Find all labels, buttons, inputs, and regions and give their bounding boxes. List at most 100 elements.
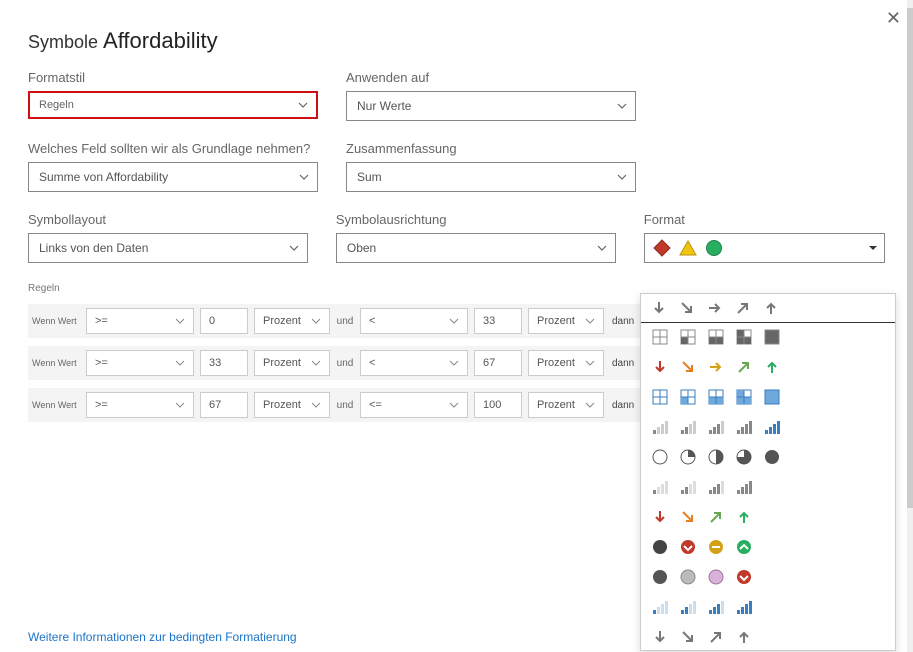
symbolausrichtung-label: Symbolausrichtung — [336, 212, 616, 227]
icon-set-option[interactable] — [641, 472, 895, 502]
bars-gray-2b-icon — [679, 478, 697, 496]
feld-select[interactable]: Summe von Affordability — [28, 162, 318, 192]
circle-black-icon — [651, 538, 669, 556]
zusammenfassung-select[interactable]: Sum — [346, 162, 636, 192]
circle-q3-icon — [735, 448, 753, 466]
arrow-downright-gray-b-icon — [679, 628, 697, 646]
circle-green-up-icon — [735, 538, 753, 556]
rule-op2-select[interactable]: < — [360, 308, 468, 334]
bars-gray-4b-icon — [735, 478, 753, 496]
anwenden-auf-label: Anwenden auf — [346, 70, 636, 85]
arrow-down-red-b-icon — [651, 508, 669, 526]
rule-dann-label: dann — [612, 316, 634, 327]
bars-blue-2-icon — [679, 598, 697, 616]
chevron-down-icon — [311, 400, 321, 410]
chevron-down-icon — [449, 400, 459, 410]
icon-set-option[interactable] — [641, 502, 895, 532]
circle-half-icon — [707, 448, 725, 466]
dialog-title: Symbole Affordability — [0, 0, 913, 54]
rule-u1-select[interactable]: Prozent — [254, 308, 330, 334]
bars-blue-4b-icon — [735, 598, 753, 616]
caret-down-icon — [868, 243, 878, 253]
arrow-down-gray-b-icon — [651, 628, 669, 646]
rule-v2-input[interactable]: 67 — [474, 350, 522, 376]
bars-blue-3-icon — [707, 598, 725, 616]
chevron-down-icon — [299, 172, 309, 182]
arrow-down-red-icon — [651, 358, 669, 376]
arrow-up-green-b-icon — [735, 508, 753, 526]
scrollbar[interactable] — [907, 0, 913, 652]
diamond-red-icon — [653, 239, 671, 257]
arrow-upright-green-b-icon — [707, 508, 725, 526]
icon-set-option[interactable] — [641, 622, 895, 651]
title-field: Affordability — [103, 28, 218, 53]
quadrant-blue-2-icon — [707, 388, 725, 406]
symbollayout-label: Symbollayout — [28, 212, 308, 227]
rule-v1-input[interactable]: 67 — [200, 392, 248, 418]
rule-op1-select[interactable]: >= — [86, 350, 194, 376]
format-label: Format — [644, 212, 885, 227]
chevron-down-icon — [175, 316, 185, 326]
rule-u2-select[interactable]: Prozent — [528, 392, 604, 418]
rule-und-label: und — [336, 400, 354, 411]
formatstil-select[interactable]: Regeln — [28, 91, 318, 119]
chevron-down-icon — [175, 358, 185, 368]
icon-set-option[interactable] — [641, 442, 895, 472]
rule-u2-select[interactable]: Prozent — [528, 350, 604, 376]
arrow-upright-gray-b-icon — [707, 628, 725, 646]
quadrant-blue-0-icon — [651, 388, 669, 406]
rule-und-label: und — [336, 316, 354, 327]
close-icon[interactable]: ✕ — [886, 8, 901, 29]
icon-set-option[interactable] — [641, 382, 895, 412]
circle-pink-icon — [707, 568, 725, 586]
chevron-down-icon — [617, 172, 627, 182]
circle-green-icon — [705, 239, 723, 257]
symbollayout-select[interactable]: Links von den Daten — [28, 233, 308, 263]
arrow-right-gray-icon — [706, 299, 724, 317]
rule-v1-input[interactable]: 0 — [200, 308, 248, 334]
icon-set-option[interactable] — [641, 322, 895, 352]
rule-v2-input[interactable]: 100 — [474, 392, 522, 418]
quadrant-blue-1-icon — [679, 388, 697, 406]
bars-gray-4-icon — [735, 418, 753, 436]
rule-op1-select[interactable]: >= — [86, 308, 194, 334]
chevron-down-icon — [289, 243, 299, 253]
scrollbar-thumb[interactable] — [907, 8, 913, 508]
rule-op2-select[interactable]: <= — [360, 392, 468, 418]
arrow-upright-gray-icon — [734, 299, 752, 317]
format-dropdown-popup[interactable] — [640, 293, 896, 651]
format-select[interactable] — [644, 233, 885, 263]
symbolausrichtung-value: Oben — [347, 241, 376, 255]
icon-set-option[interactable] — [641, 562, 895, 592]
rule-u1-select[interactable]: Prozent — [254, 350, 330, 376]
bars-gray-1-icon — [651, 418, 669, 436]
icon-set-option[interactable] — [641, 592, 895, 622]
chevron-down-icon — [597, 243, 607, 253]
quadrant-4-icon — [763, 328, 781, 346]
rule-v1-input[interactable]: 33 — [200, 350, 248, 376]
rule-op2-select[interactable]: < — [360, 350, 468, 376]
arrow-downright-orange-icon — [679, 358, 697, 376]
rule-dann-label: dann — [612, 358, 634, 369]
icon-set-option[interactable] — [640, 293, 896, 323]
symbolausrichtung-select[interactable]: Oben — [336, 233, 616, 263]
quadrant-1-icon — [679, 328, 697, 346]
anwenden-auf-select[interactable]: Nur Werte — [346, 91, 636, 121]
icon-set-option[interactable] — [641, 532, 895, 562]
bars-gray-3b-icon — [707, 478, 725, 496]
chevron-down-icon — [585, 358, 595, 368]
quadrant-2-icon — [707, 328, 725, 346]
rule-u1-select[interactable]: Prozent — [254, 392, 330, 418]
zusammenfassung-value: Sum — [357, 170, 382, 184]
learn-more-link[interactable]: Weitere Informationen zur bedingten Form… — [28, 630, 297, 644]
rule-op1-select[interactable]: >= — [86, 392, 194, 418]
quadrant-0-icon — [651, 328, 669, 346]
arrow-up-gray-b-icon — [735, 628, 753, 646]
rule-u2-select[interactable]: Prozent — [528, 308, 604, 334]
circle-gray-icon — [679, 568, 697, 586]
icon-set-option[interactable] — [641, 412, 895, 442]
rule-v2-input[interactable]: 33 — [474, 308, 522, 334]
quadrant-blue-4-icon — [763, 388, 781, 406]
arrow-downright-gray-icon — [678, 299, 696, 317]
icon-set-option[interactable] — [641, 352, 895, 382]
